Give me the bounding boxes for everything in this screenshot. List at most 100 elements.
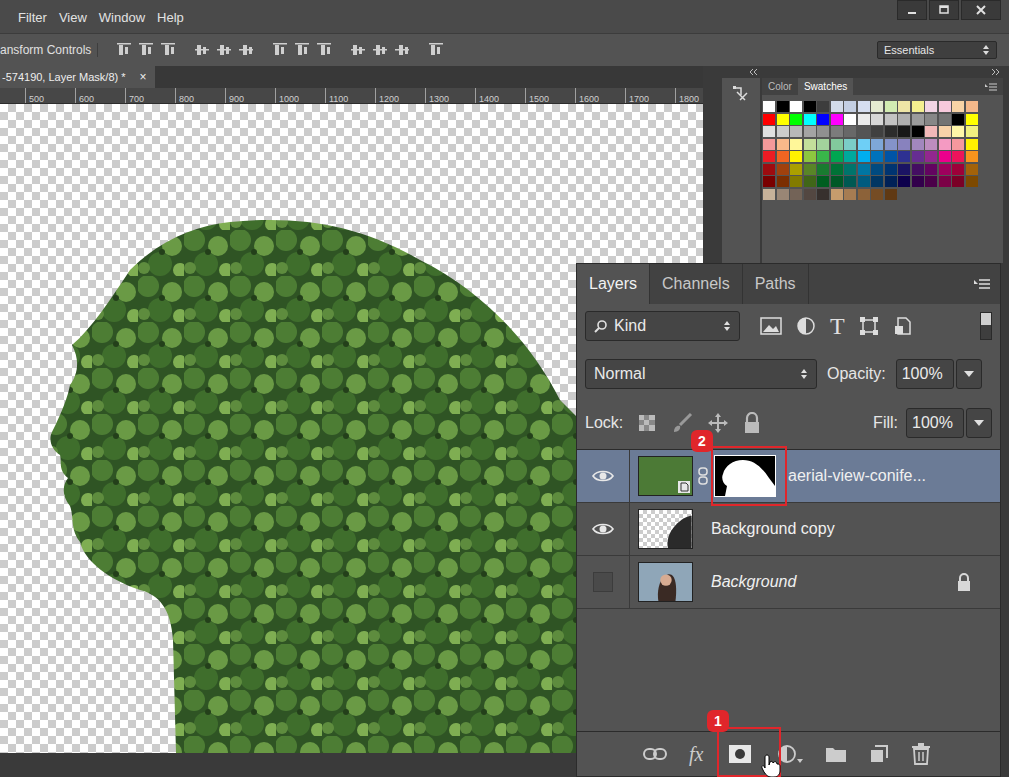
mask-link-icon[interactable] xyxy=(698,467,708,485)
layer-style-button[interactable]: fx xyxy=(689,743,703,766)
adjustment-layer-icon[interactable] xyxy=(777,744,803,764)
swatch[interactable] xyxy=(858,139,870,150)
align-icon[interactable] xyxy=(394,42,410,58)
add-layer-mask-button[interactable] xyxy=(725,741,755,767)
swatch[interactable] xyxy=(912,101,924,112)
swatch[interactable] xyxy=(858,151,870,162)
shape-filter-icon[interactable] xyxy=(859,316,879,336)
swatch[interactable] xyxy=(925,164,937,175)
swatch[interactable] xyxy=(952,101,964,112)
opacity-slider-button[interactable] xyxy=(956,359,982,389)
swatch[interactable] xyxy=(844,151,856,162)
swatch[interactable] xyxy=(871,176,883,187)
swatch[interactable] xyxy=(925,176,937,187)
swatch[interactable] xyxy=(804,176,816,187)
swatch[interactable] xyxy=(844,139,856,150)
swatch[interactable] xyxy=(831,151,843,162)
swatch[interactable] xyxy=(871,164,883,175)
layer-row[interactable]: Background xyxy=(577,556,1000,609)
swatch[interactable] xyxy=(831,189,843,200)
workspace-dropdown[interactable]: Essentials xyxy=(877,41,997,59)
swatch[interactable] xyxy=(939,151,951,162)
align-icon[interactable] xyxy=(316,42,332,58)
swatch[interactable] xyxy=(777,101,789,112)
swatch[interactable] xyxy=(885,176,897,187)
swatch[interactable] xyxy=(844,176,856,187)
lock-transparency-icon[interactable] xyxy=(637,413,657,433)
swatch[interactable] xyxy=(871,139,883,150)
swatch[interactable] xyxy=(763,139,775,150)
align-icon[interactable] xyxy=(216,42,232,58)
swatch[interactable] xyxy=(925,151,937,162)
swatch[interactable] xyxy=(831,101,843,112)
lock-pixels-brush-icon[interactable] xyxy=(671,412,693,434)
swatch[interactable] xyxy=(817,101,829,112)
swatch[interactable] xyxy=(804,164,816,175)
swatch[interactable] xyxy=(939,101,951,112)
swatch[interactable] xyxy=(831,126,843,137)
swatch[interactable] xyxy=(763,101,775,112)
swatch[interactable] xyxy=(966,139,978,150)
swatch[interactable] xyxy=(831,114,843,125)
layer-thumbnail[interactable] xyxy=(638,456,693,496)
visibility-toggle[interactable] xyxy=(577,503,630,555)
align-icon[interactable] xyxy=(372,42,388,58)
swatch[interactable] xyxy=(831,139,843,150)
opacity-input[interactable]: 100% xyxy=(896,359,954,389)
panel-tab[interactable]: Swatches xyxy=(798,78,853,95)
swatch[interactable] xyxy=(898,151,910,162)
visibility-toggle[interactable] xyxy=(577,556,630,608)
swatch[interactable] xyxy=(763,189,775,200)
swatch[interactable] xyxy=(912,114,924,125)
swatch[interactable] xyxy=(952,114,964,125)
swatch[interactable] xyxy=(804,101,816,112)
lock-all-icon[interactable] xyxy=(743,412,761,434)
swatch[interactable] xyxy=(831,164,843,175)
swatch[interactable] xyxy=(858,176,870,187)
layer-mask-thumbnail[interactable] xyxy=(714,455,776,497)
swatch[interactable] xyxy=(939,139,951,150)
transform-controls-label[interactable]: ansform Controls xyxy=(0,43,98,57)
swatch[interactable] xyxy=(885,101,897,112)
align-icon[interactable] xyxy=(116,42,132,58)
document-close-button[interactable]: × xyxy=(140,70,147,84)
swatch[interactable] xyxy=(844,114,856,125)
panel-tab[interactable]: Color xyxy=(762,78,798,95)
swatch[interactable] xyxy=(871,101,883,112)
swatch[interactable] xyxy=(817,114,829,125)
swatch[interactable] xyxy=(952,139,964,150)
swatch[interactable] xyxy=(804,139,816,150)
pixel-filter-icon[interactable] xyxy=(760,317,782,335)
swatch[interactable] xyxy=(966,164,978,175)
swatch[interactable] xyxy=(871,114,883,125)
swatch[interactable] xyxy=(966,126,978,137)
align-icon[interactable] xyxy=(350,42,366,58)
swatch[interactable] xyxy=(912,164,924,175)
swatch[interactable] xyxy=(912,139,924,150)
layer-row[interactable]: Background copy xyxy=(577,503,1000,556)
swatch[interactable] xyxy=(777,139,789,150)
swatch[interactable] xyxy=(966,114,978,125)
swatch[interactable] xyxy=(898,176,910,187)
swatch[interactable] xyxy=(817,189,829,200)
swatch[interactable] xyxy=(777,189,789,200)
align-icon[interactable] xyxy=(160,42,176,58)
layer-thumbnail[interactable] xyxy=(638,562,693,602)
swatch[interactable] xyxy=(831,176,843,187)
swatch[interactable] xyxy=(777,114,789,125)
swatch[interactable] xyxy=(952,176,964,187)
menu-item[interactable]: View xyxy=(59,0,87,25)
swatch[interactable] xyxy=(898,114,910,125)
swatch[interactable] xyxy=(844,101,856,112)
swatch[interactable] xyxy=(885,139,897,150)
swatch[interactable] xyxy=(817,151,829,162)
swatch[interactable] xyxy=(966,151,978,162)
swatch[interactable] xyxy=(817,164,829,175)
swatch[interactable] xyxy=(885,114,897,125)
swatch[interactable] xyxy=(939,176,951,187)
swatch[interactable] xyxy=(952,126,964,137)
swatch[interactable] xyxy=(871,151,883,162)
align-icon[interactable] xyxy=(294,42,310,58)
swatch[interactable] xyxy=(777,151,789,162)
swatch[interactable] xyxy=(844,189,856,200)
